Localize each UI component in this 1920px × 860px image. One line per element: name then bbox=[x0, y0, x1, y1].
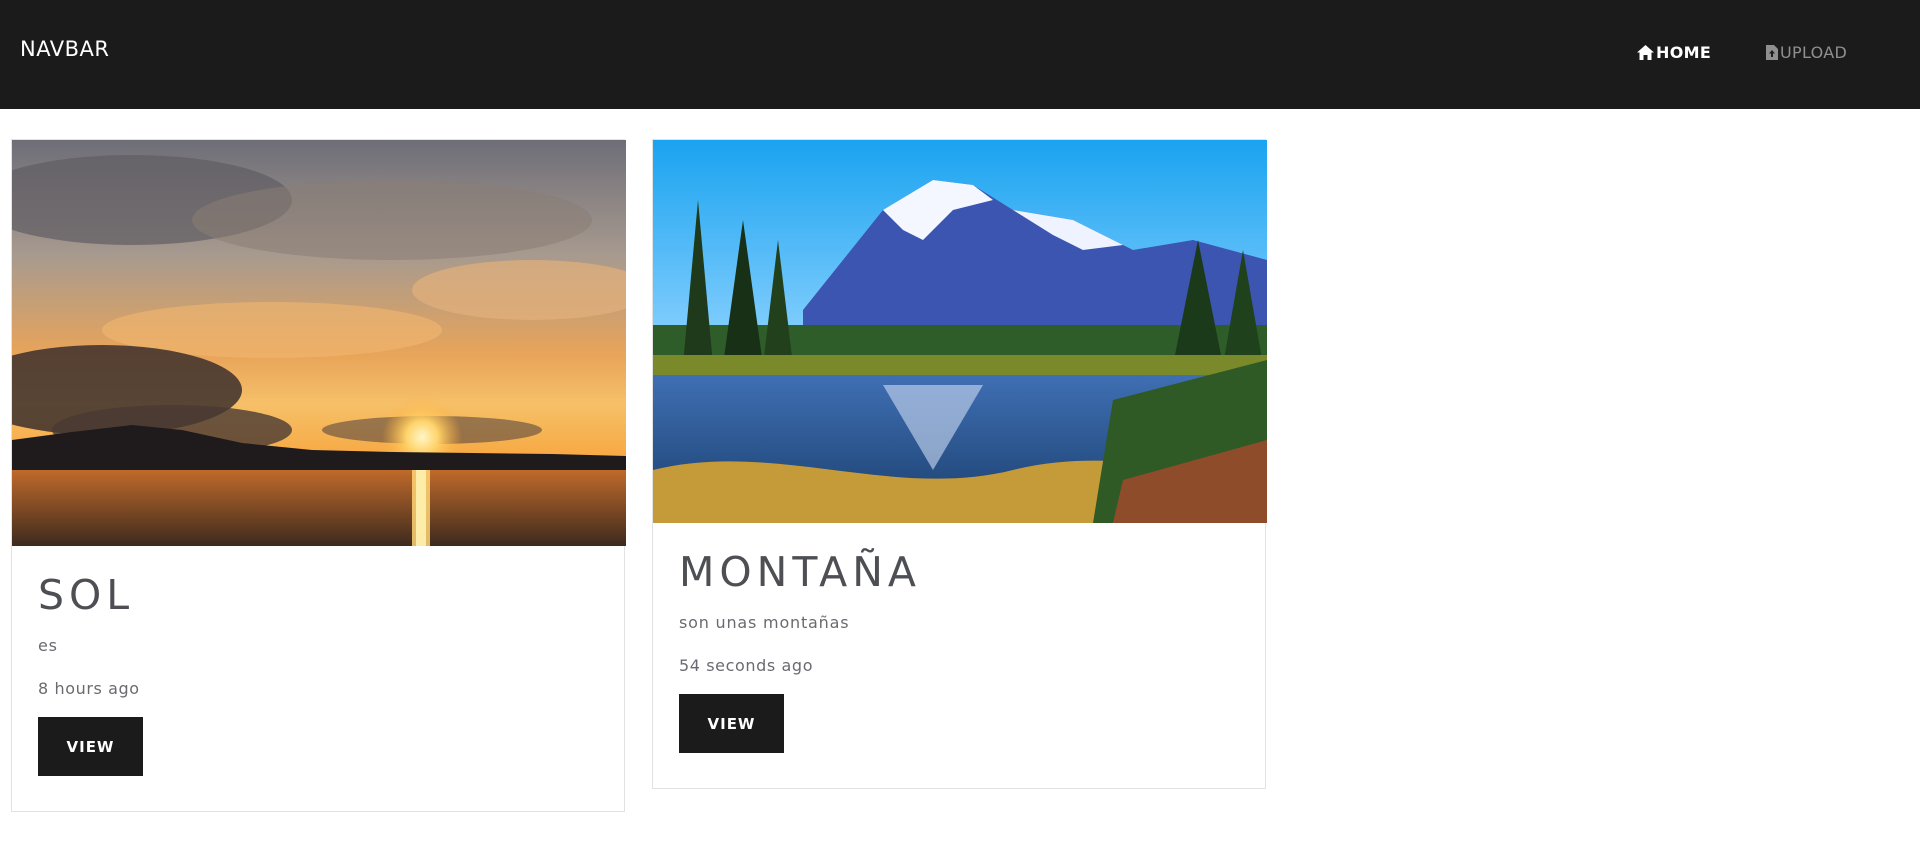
card-timestamp: 8 hours ago bbox=[38, 679, 140, 699]
mountain-lake-image bbox=[653, 140, 1267, 523]
sunset-over-lake-image bbox=[12, 140, 626, 546]
card-description: es bbox=[38, 636, 58, 656]
nav-link-home[interactable]: HOME bbox=[1637, 43, 1711, 62]
post-card: SOL es 8 hours ago VIEW bbox=[11, 139, 626, 812]
view-button[interactable]: VIEW bbox=[679, 694, 784, 754]
card-timestamp: 54 seconds ago bbox=[679, 656, 814, 676]
post-card: MONTAÑA son unas montañas 54 seconds ago… bbox=[652, 139, 1267, 789]
home-icon bbox=[1637, 45, 1654, 60]
nav-link-home-label: HOME bbox=[1656, 43, 1712, 62]
navbar: NAVBAR HOME UPLOAD bbox=[0, 0, 1920, 109]
nav-link-upload[interactable]: UPLOAD bbox=[1766, 43, 1847, 62]
card-description: son unas montañas bbox=[679, 613, 850, 633]
card-body: SOL es 8 hours ago VIEW bbox=[12, 546, 624, 777]
file-upload-icon bbox=[1766, 45, 1778, 60]
view-button[interactable]: VIEW bbox=[38, 717, 143, 777]
card-title: MONTAÑA bbox=[679, 548, 921, 596]
card-body: MONTAÑA son unas montañas 54 seconds ago… bbox=[653, 523, 1265, 754]
navbar-brand[interactable]: NAVBAR bbox=[20, 37, 109, 61]
card-title: SOL bbox=[38, 571, 135, 619]
nav-link-upload-label: UPLOAD bbox=[1780, 43, 1848, 62]
